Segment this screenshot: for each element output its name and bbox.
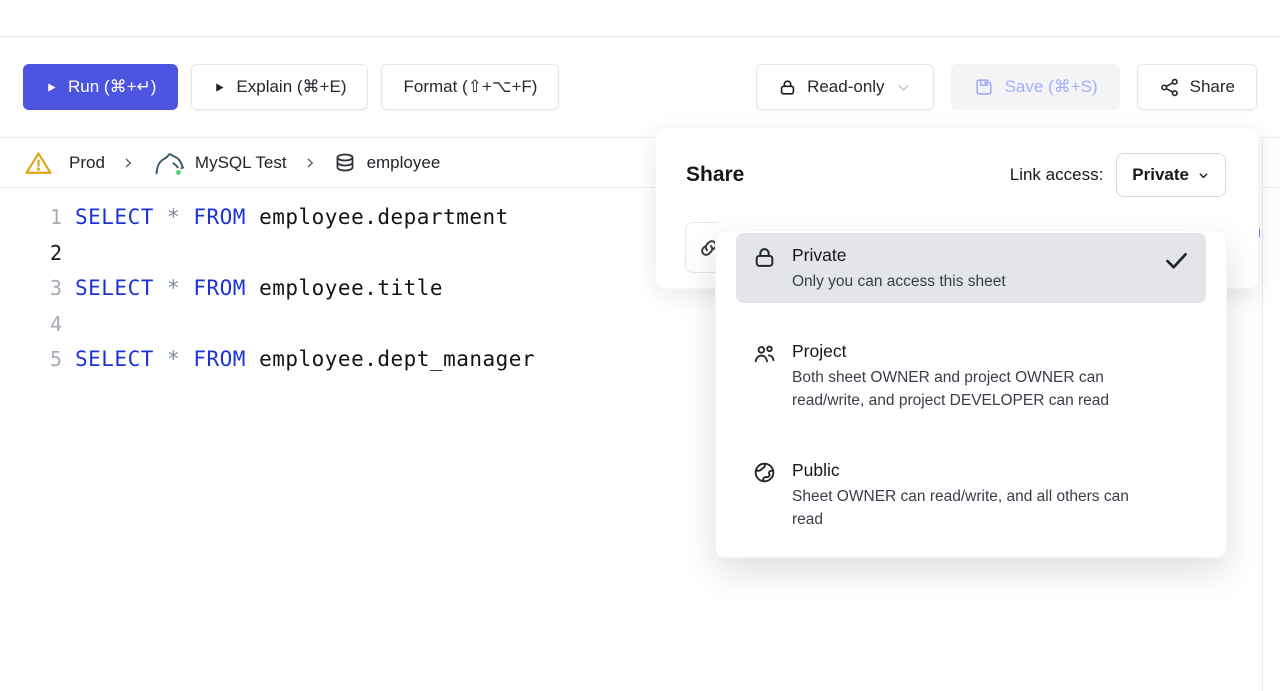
link-access-dropdown-button[interactable]: Private (1116, 153, 1226, 197)
share-popover-title: Share (686, 163, 744, 187)
format-button[interactable]: Format (⇧+⌥+F) (381, 64, 559, 110)
access-option-description: Only you can access this sheet (792, 270, 1143, 293)
access-option-description: Sheet OWNER can read/write, and all othe… (792, 485, 1190, 531)
share-button-label: Share (1190, 77, 1235, 97)
check-icon (1163, 247, 1190, 293)
code-line[interactable]: SELECT * FROM employee.dept_manager (75, 342, 535, 378)
status-dot (174, 168, 183, 177)
code-lines[interactable]: SELECT * FROM employee.department SELECT … (75, 200, 535, 378)
line-number: 2 (0, 236, 62, 272)
share-popover-header: Share Link access: Private (686, 153, 1226, 197)
link-access-menu: Private Only you can access this sheet Pro… (715, 230, 1227, 558)
breadcrumb-environment[interactable]: Prod (69, 153, 105, 173)
editor-toolbar: Run (⌘+↵) Explain (⌘+E) Format (⇧+⌥+F) R… (0, 37, 1280, 138)
warning-icon (24, 150, 53, 176)
globe-icon (752, 460, 778, 531)
explain-button[interactable]: Explain (⌘+E) (191, 64, 368, 110)
access-option-project[interactable]: Project Both sheet OWNER and project OWNE… (736, 329, 1206, 422)
code-line[interactable] (75, 236, 535, 272)
run-button-label: Run (⌘+↵) (68, 77, 156, 97)
readonly-label: Read-only (807, 77, 885, 97)
environment-label: Prod (69, 153, 105, 173)
save-button[interactable]: Save (⌘+S) (951, 64, 1120, 110)
share-nodes-icon (1159, 77, 1180, 98)
toolbar-right-group: Read-only Save (⌘+S) Share (756, 64, 1257, 110)
access-option-title: Project (792, 339, 1190, 363)
users-icon (752, 341, 778, 412)
instance-label: MySQL Test (195, 153, 287, 173)
play-icon (213, 81, 226, 94)
line-number: 1 (0, 200, 62, 236)
play-icon (45, 81, 58, 94)
save-button-label: Save (⌘+S) (1005, 77, 1098, 97)
line-number-gutter: 12345 (0, 200, 62, 378)
format-button-label: Format (⇧+⌥+F) (403, 77, 537, 97)
access-option-private[interactable]: Private Only you can access this sheet (736, 233, 1206, 303)
code-line[interactable]: SELECT * FROM employee.title (75, 271, 535, 307)
readonly-dropdown-button[interactable]: Read-only (756, 64, 934, 110)
database-icon (333, 151, 357, 175)
run-button[interactable]: Run (⌘+↵) (23, 64, 178, 110)
selected-access-label: Private (1132, 165, 1189, 185)
sql-editor-page: Run (⌘+↵) Explain (⌘+E) Format (⇧+⌥+F) R… (0, 0, 1280, 691)
share-button[interactable]: Share (1137, 64, 1257, 110)
chevron-down-icon (895, 79, 912, 96)
line-number: 3 (0, 271, 62, 307)
lock-icon (778, 78, 797, 97)
code-line[interactable]: SELECT * FROM employee.department (75, 200, 535, 236)
chevron-right-icon (121, 156, 135, 170)
top-strip (0, 0, 1280, 37)
copy-link-button[interactable] (685, 222, 718, 273)
link-access-group: Link access: Private (1010, 153, 1226, 197)
link-access-label: Link access: (1010, 165, 1104, 185)
save-icon (973, 76, 995, 98)
access-option-description: Both sheet OWNER and project OWNER can r… (792, 366, 1190, 412)
panel-divider (1262, 139, 1263, 691)
toolbar-left-group: Run (⌘+↵) Explain (⌘+E) Format (⇧+⌥+F) (23, 64, 559, 110)
line-number: 4 (0, 307, 62, 343)
chevron-down-icon (1197, 169, 1210, 182)
line-number: 5 (0, 342, 62, 378)
lock-icon (752, 245, 778, 293)
access-option-title: Private (792, 243, 1143, 267)
access-option-public[interactable]: Public Sheet OWNER can read/write, and al… (736, 448, 1206, 541)
access-option-title: Public (792, 458, 1190, 482)
chevron-right-icon (303, 156, 317, 170)
breadcrumb-database[interactable]: employee (333, 151, 441, 175)
breadcrumb-instance[interactable]: MySQL Test (151, 148, 287, 177)
explain-button-label: Explain (⌘+E) (236, 77, 346, 97)
code-line[interactable] (75, 307, 535, 343)
database-label: employee (367, 153, 441, 173)
mysql-icon (151, 148, 185, 177)
